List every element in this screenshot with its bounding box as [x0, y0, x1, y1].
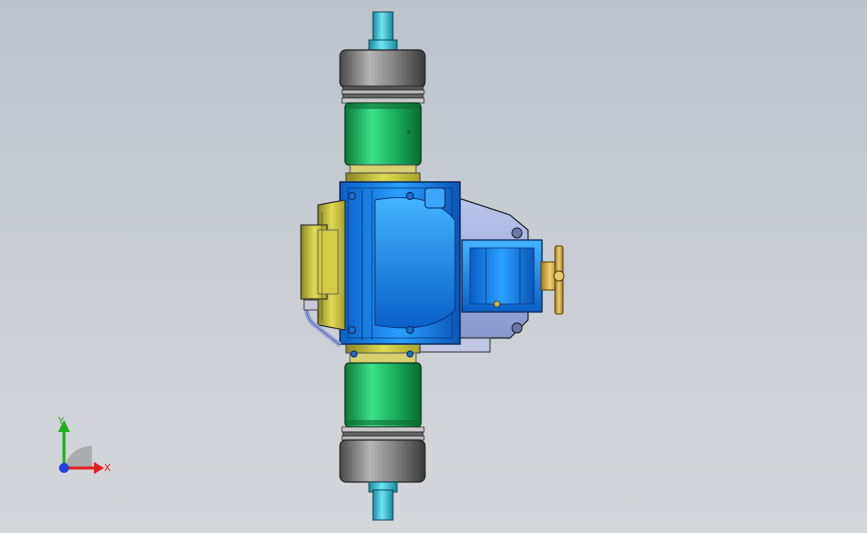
axle-gearbox-model[interactable] — [0, 0, 867, 533]
top-hub-ring — [345, 164, 421, 184]
bottom-shaft[interactable] — [368, 481, 398, 521]
top-shaft[interactable] — [368, 11, 398, 51]
axis-triad: Y X — [57, 416, 111, 474]
graphics-viewport[interactable]: Y X — [0, 0, 867, 533]
x-arrow-head — [94, 462, 104, 474]
x-axis-label: X — [104, 463, 111, 474]
z-axis-dot — [59, 463, 69, 473]
top-drum[interactable] — [339, 49, 426, 104]
bottom-tire[interactable] — [344, 362, 422, 428]
y-axis-label: Y — [57, 416, 65, 427]
input-shaft-housing[interactable] — [461, 239, 543, 313]
gearbox-housing[interactable] — [334, 181, 461, 358]
bottom-drum[interactable] — [339, 426, 426, 483]
top-tire[interactable] — [344, 102, 422, 166]
input-flange[interactable] — [540, 245, 565, 315]
